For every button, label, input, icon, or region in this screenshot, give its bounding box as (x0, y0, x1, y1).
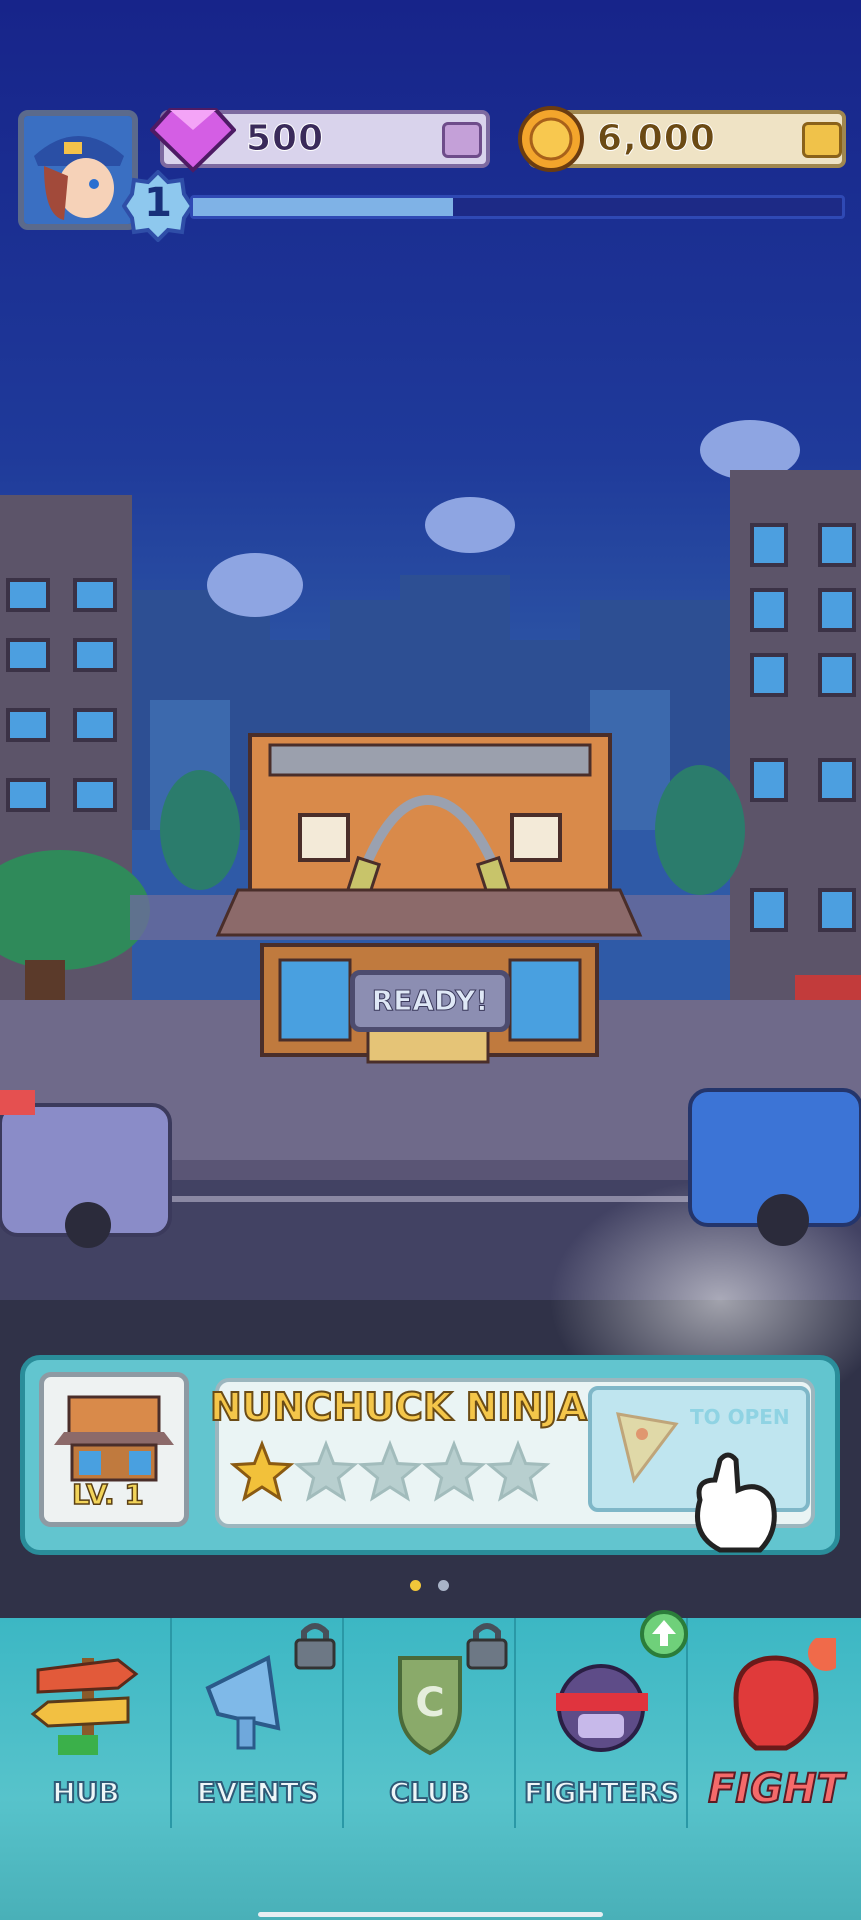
officer-portrait-icon (24, 116, 132, 224)
coin-amount: 6,000 (597, 118, 716, 160)
pointer-hand-icon (695, 1452, 777, 1553)
gem-amount: 500 (245, 118, 325, 160)
player-avatar[interactable] (18, 110, 138, 230)
star-empty-icon (293, 1440, 359, 1502)
building-level-label: LV. 1 (71, 1477, 144, 1512)
signpost-icon (30, 1658, 139, 1755)
nav-events-label: EVENTS (196, 1775, 321, 1810)
player-level: 1 (144, 180, 172, 226)
nav-club-label: CLUB (388, 1775, 471, 1810)
star-rating (230, 1440, 551, 1502)
nav-fight-label: FIGHT (707, 1765, 845, 1813)
page-indicator (410, 1576, 461, 1595)
ready-sign[interactable]: READY! (350, 970, 510, 1032)
upgrade-badge-icon (640, 1610, 688, 1658)
nav-hub-label: HUB (51, 1775, 121, 1810)
buy-coins-button[interactable] (802, 122, 842, 158)
lock-icon (294, 1623, 336, 1670)
buy-gems-button[interactable] (442, 122, 482, 158)
lock-icon (466, 1623, 508, 1670)
pizza-slice-icon (616, 1412, 679, 1484)
xp-progress-fill (193, 198, 453, 216)
xp-progress-bar (190, 195, 845, 219)
ninja-head-icon (556, 1664, 648, 1752)
home-indicator[interactable] (258, 1912, 603, 1917)
star-empty-icon (485, 1440, 551, 1502)
boxing-glove-icon (733, 1638, 836, 1751)
page-dot-active[interactable] (410, 1580, 421, 1591)
coin-icon (518, 106, 584, 172)
nav-fighters-label: FIGHTERS (523, 1775, 681, 1810)
page-dot[interactable] (438, 1580, 450, 1591)
svg-text:C: C (415, 1680, 444, 1726)
star-empty-icon (421, 1440, 487, 1502)
open-button-label: TO OPEN (690, 1405, 790, 1429)
dojo-building-icon (54, 1395, 174, 1482)
star-empty-icon (357, 1440, 423, 1502)
star-filled-icon (230, 1440, 295, 1502)
building-title: NUNCHUCK NINJA (209, 1384, 588, 1430)
gem-icon (150, 108, 236, 173)
